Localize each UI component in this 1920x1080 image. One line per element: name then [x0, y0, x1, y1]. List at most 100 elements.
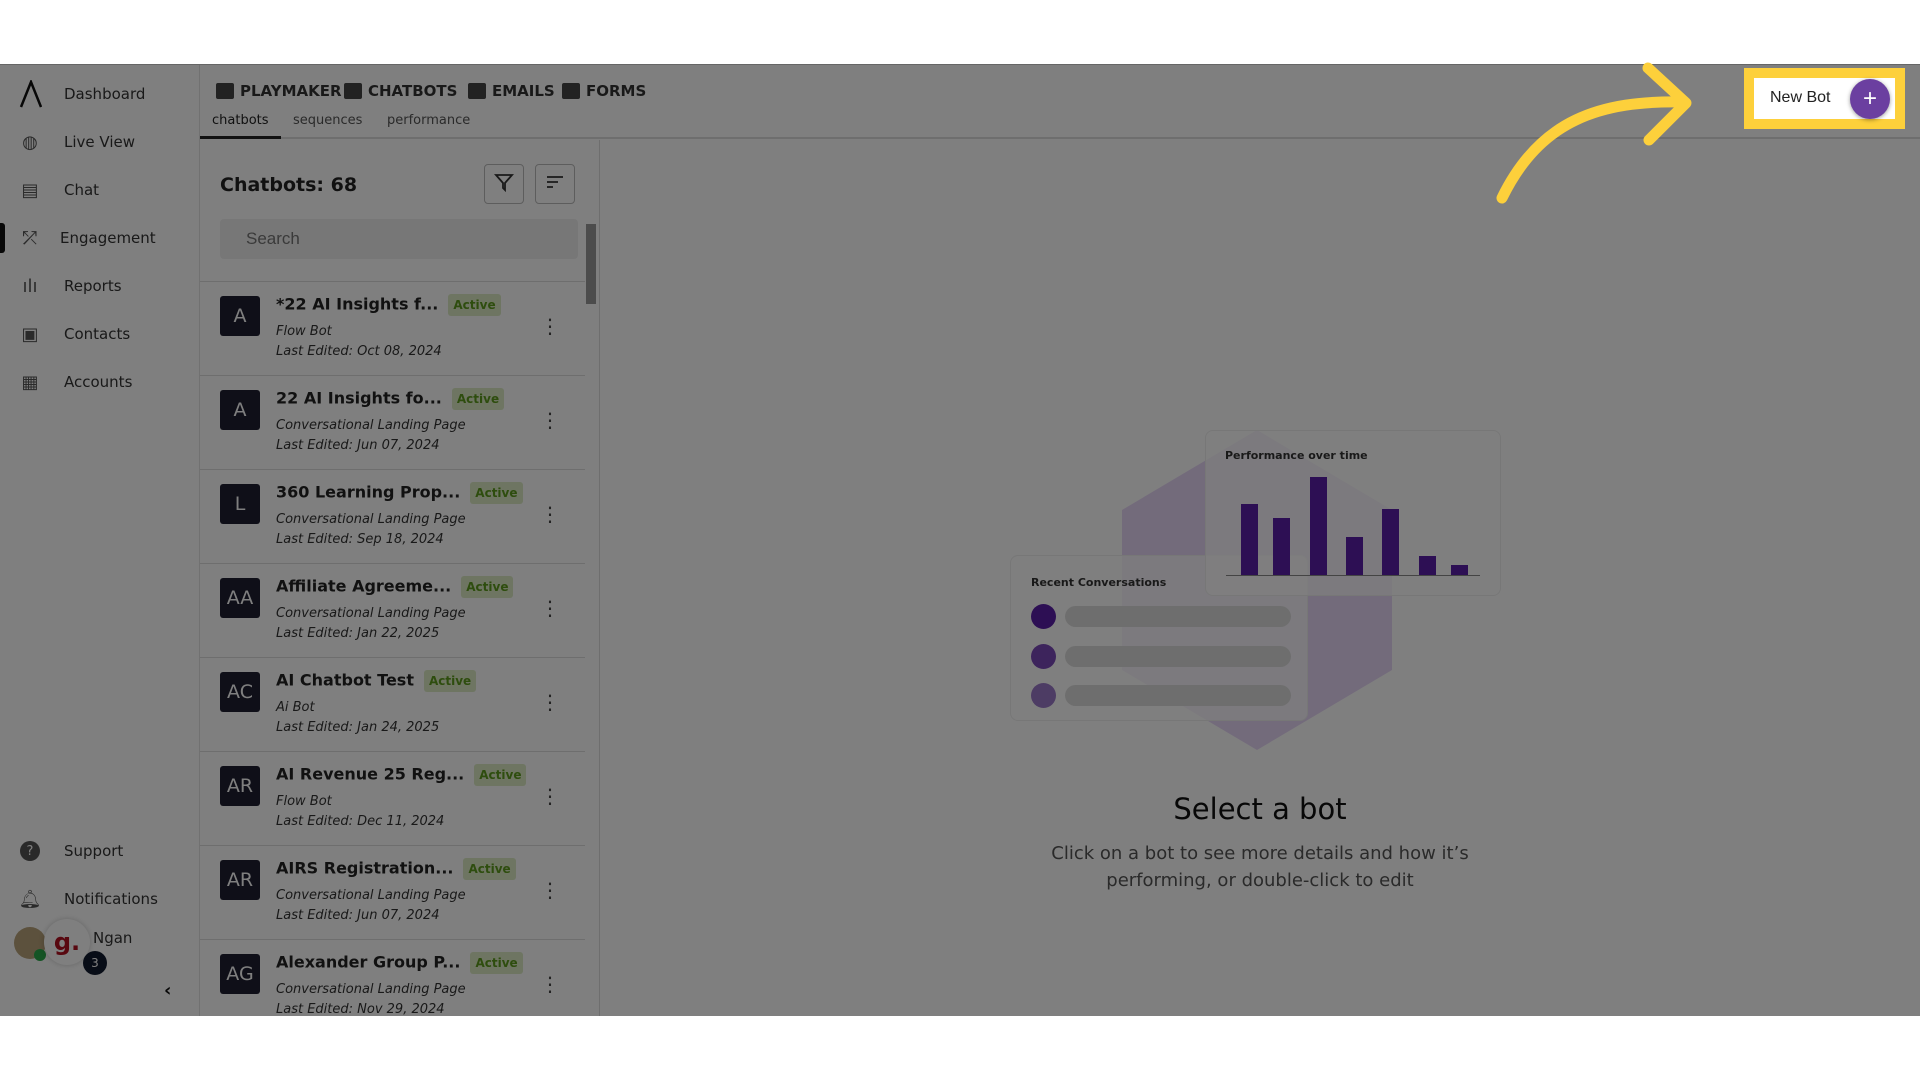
building-icon: ▦: [21, 371, 39, 393]
tab-playmaker[interactable]: PLAYMAKER: [216, 82, 342, 100]
chatbot-list-item[interactable]: A *22 AI Insights f... Active Flow Bot La…: [200, 282, 585, 376]
chatbot-list-item[interactable]: AA Affiliate Agreeme... Active Conversati…: [200, 564, 585, 658]
bot-type: Conversational Landing Page: [276, 888, 466, 903]
chatbot-list-panel: Chatbots: 68 A *22 AI Insights f... Activ…: [200, 140, 600, 1016]
collapse-sidebar-chevron-icon[interactable]: ‹: [164, 980, 171, 1001]
more-options-icon[interactable]: ⋮: [540, 504, 560, 524]
search-input[interactable]: [220, 219, 578, 259]
bot-last-edited: Last Edited: Jun 07, 2024: [276, 438, 440, 453]
logo-icon: [18, 80, 42, 108]
tab-label: CHATBOTS: [368, 82, 458, 100]
bot-type: Ai Bot: [276, 700, 315, 715]
sidebar: Dashboard ◍ Live View ▤ Chat ⤱ Engagemen…: [0, 65, 200, 1016]
bot-type: Conversational Landing Page: [276, 982, 466, 997]
support-link[interactable]: ? Support: [0, 831, 200, 871]
more-options-icon[interactable]: ⋮: [540, 598, 560, 618]
subtab-sequences[interactable]: sequences: [293, 113, 362, 128]
conversation-placeholder: [1065, 685, 1291, 706]
new-bot-label: New Bot: [1770, 89, 1831, 106]
more-options-icon[interactable]: ⋮: [540, 316, 560, 336]
filter-icon: [494, 172, 514, 197]
chatbot-list-item[interactable]: AG Alexander Group P... Active Conversati…: [200, 940, 585, 1016]
user-name: Ngan: [93, 929, 133, 947]
active-indicator: [0, 223, 5, 253]
tab-forms[interactable]: FORMS: [562, 82, 646, 100]
notifications-link[interactable]: 🔔︎ Notifications: [0, 879, 200, 919]
sidebar-item-chat[interactable]: ▤ Chat: [0, 170, 200, 210]
bot-name: 360 Learning Prop...: [276, 482, 461, 502]
bot-name: AIRS Registration...: [276, 858, 454, 878]
notification-count-badge: 3: [83, 951, 107, 975]
sidebar-item-label: Accounts: [64, 373, 133, 391]
empty-state-illustration: Recent Conversations Performance over ti…: [1010, 430, 1510, 750]
performance-title: Performance over time: [1225, 449, 1368, 462]
bot-name-row: AIRS Registration... Active: [276, 858, 516, 880]
bot-last-edited: Last Edited: Jun 07, 2024: [276, 908, 440, 923]
notifications-label: Notifications: [64, 890, 158, 908]
bot-name-row: AI Chatbot Test Active: [276, 670, 477, 692]
status-badge: Active: [448, 294, 501, 316]
chatbot-list-item[interactable]: AR AI Revenue 25 Reg... Active Flow Bot L…: [200, 752, 585, 846]
chat-icon: ▤: [21, 179, 39, 201]
status-badge: Active: [470, 482, 523, 504]
sidebar-item-live-view[interactable]: ◍ Live View: [0, 122, 200, 162]
more-options-icon[interactable]: ⋮: [540, 786, 560, 806]
chatbot-list-item[interactable]: A 22 AI Insights fo... Active Conversatio…: [200, 376, 585, 470]
empty-state-title: Select a bot: [1173, 792, 1347, 826]
sort-button[interactable]: [535, 164, 575, 204]
list-scrollbar[interactable]: [585, 206, 597, 1016]
bot-avatar: AR: [220, 766, 260, 806]
status-badge: Active: [423, 670, 477, 692]
support-label: Support: [64, 842, 124, 860]
filter-button[interactable]: [484, 164, 524, 204]
tab-chatbots[interactable]: CHATBOTS: [344, 82, 457, 100]
tab-label: FORMS: [586, 82, 647, 100]
bell-icon: 🔔︎: [18, 888, 42, 910]
sidebar-item-reports[interactable]: ılı Reports: [0, 266, 200, 306]
status-badge: Active: [470, 952, 523, 974]
bot-avatar: AG: [220, 954, 260, 994]
bot-avatar: AA: [220, 578, 260, 618]
app-window: Dashboard ◍ Live View ▤ Chat ⤱ Engagemen…: [0, 64, 1920, 1016]
recent-conversations-title: Recent Conversations: [1031, 576, 1167, 589]
subtab-performance[interactable]: performance: [387, 113, 470, 128]
more-options-icon[interactable]: ⋮: [540, 880, 560, 900]
sidebar-item-contacts[interactable]: ▣ Contacts: [0, 314, 200, 354]
org-logo-text: g.: [53, 928, 81, 956]
bot-last-edited: Last Edited: Oct 08, 2024: [276, 344, 442, 359]
chatbot-count-title: Chatbots: 68: [220, 174, 358, 196]
chatbot-list: A *22 AI Insights f... Active Flow Bot La…: [200, 281, 585, 1016]
performance-card: Performance over time: [1205, 430, 1501, 596]
top-navigation: PLAYMAKER CHATBOTS EMAILS FORMS chatbots…: [200, 65, 1920, 139]
plus-icon: +: [1850, 79, 1890, 119]
chart-bar: [1419, 556, 1436, 575]
scrollbar-thumb[interactable]: [586, 224, 596, 304]
conversation-dot: [1031, 683, 1056, 708]
more-options-icon[interactable]: ⋮: [540, 410, 560, 430]
bot-name: Alexander Group P...: [276, 952, 461, 972]
sidebar-item-engagement[interactable]: ⤱ Engagement: [0, 218, 200, 258]
bot-avatar: A: [220, 390, 260, 430]
conversation-placeholder: [1065, 606, 1291, 627]
bot-type: Conversational Landing Page: [276, 606, 466, 621]
more-options-icon[interactable]: ⋮: [540, 692, 560, 712]
bot-name: AI Chatbot Test: [276, 670, 414, 690]
chart-bar: [1310, 477, 1327, 575]
chatbot-list-item[interactable]: AR AIRS Registration... Active Conversati…: [200, 846, 585, 940]
bot-avatar: AR: [220, 860, 260, 900]
bot-name: 22 AI Insights fo...: [276, 388, 442, 408]
chatbot-list-item[interactable]: L 360 Learning Prop... Active Conversatio…: [200, 470, 585, 564]
bot-type: Flow Bot: [276, 324, 332, 339]
subtab-chatbots[interactable]: chatbots: [212, 113, 269, 128]
sidebar-item-dashboard[interactable]: Dashboard: [0, 74, 200, 114]
more-options-icon[interactable]: ⋮: [540, 974, 560, 994]
chart-baseline: [1226, 575, 1480, 576]
conversation-dot: [1031, 604, 1056, 629]
sidebar-item-label: Engagement: [60, 229, 156, 247]
chatbot-list-item[interactable]: AC AI Chatbot Test Active Ai Bot Last Edi…: [200, 658, 585, 752]
new-bot-button[interactable]: New Bot +: [1754, 78, 1895, 119]
tab-emails[interactable]: EMAILS: [468, 82, 555, 100]
sidebar-item-accounts[interactable]: ▦ Accounts: [0, 362, 200, 402]
sort-icon: [545, 172, 565, 197]
contacts-icon: ▣: [21, 323, 39, 345]
